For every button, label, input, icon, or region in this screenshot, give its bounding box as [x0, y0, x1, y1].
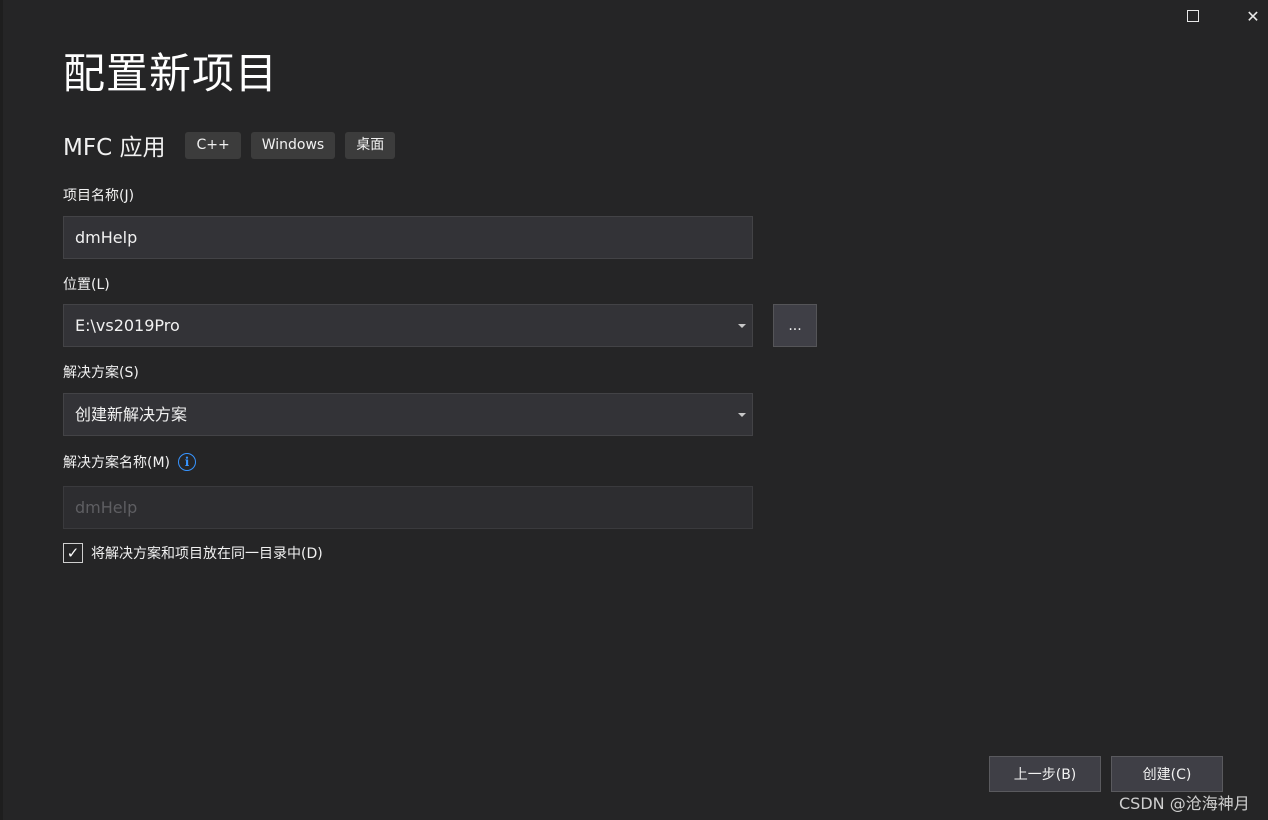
solution-name-label-text: 解决方案名称(M): [63, 455, 171, 471]
maximize-button[interactable]: [1170, 0, 1216, 32]
same-directory-option[interactable]: ✓ 将解决方案和项目放在同一目录中(D): [63, 543, 323, 563]
tag-project-type: 桌面: [345, 131, 396, 159]
create-button-label: 创建(C): [1142, 767, 1192, 783]
solution-name-label: 解决方案名称(M) i: [63, 452, 197, 472]
location-value: E:\vs2019Pro: [75, 316, 180, 335]
back-button[interactable]: 上一步(B): [989, 756, 1101, 792]
info-icon[interactable]: i: [178, 453, 197, 471]
location-label-text: 位置(L): [63, 277, 110, 293]
template-name: MFC 应用: [63, 135, 166, 161]
location-label: 位置(L): [63, 274, 110, 294]
project-name-label: 项目名称(J): [63, 185, 134, 205]
solution-dropdown-icon[interactable]: [738, 413, 746, 417]
page-title: 配置新项目: [63, 49, 279, 98]
solution-label-text: 解决方案(S): [63, 365, 139, 381]
browse-button-label: ...: [788, 317, 802, 334]
close-button[interactable]: ✕: [1230, 0, 1268, 32]
project-name-label-text: 项目名称(J): [63, 188, 135, 204]
back-button-label: 上一步(B): [1013, 767, 1077, 783]
project-name-input[interactable]: dmHelp: [63, 216, 753, 259]
solution-label: 解决方案(S): [63, 362, 139, 382]
create-button[interactable]: 创建(C): [1111, 756, 1223, 792]
watermark: CSDN @沧海神月: [1119, 794, 1250, 813]
same-directory-checkbox[interactable]: ✓: [63, 543, 83, 563]
template-info-row: MFC 应用 C++ Windows 桌面: [63, 130, 405, 161]
tag-platform: Windows: [250, 131, 336, 159]
configure-project-window: ✕ 配置新项目 MFC 应用 C++ Windows 桌面 项目名称(J) dm…: [0, 0, 1268, 820]
maximize-icon: [1187, 10, 1199, 22]
browse-location-button[interactable]: ...: [773, 304, 817, 347]
solution-select[interactable]: 创建新解决方案: [63, 393, 753, 436]
project-name-value: dmHelp: [75, 228, 138, 247]
solution-name-placeholder: dmHelp: [75, 498, 138, 517]
solution-value: 创建新解决方案: [75, 405, 188, 424]
location-combobox[interactable]: E:\vs2019Pro: [63, 304, 753, 347]
tag-language: C++: [185, 131, 241, 159]
location-dropdown-icon[interactable]: [738, 324, 746, 328]
checkmark-icon: ✓: [66, 544, 80, 562]
same-directory-label[interactable]: 将解决方案和项目放在同一目录中(D): [91, 543, 323, 563]
close-icon: ✕: [1246, 6, 1260, 26]
window-left-edge: [0, 0, 3, 820]
solution-name-input: dmHelp: [63, 486, 753, 529]
